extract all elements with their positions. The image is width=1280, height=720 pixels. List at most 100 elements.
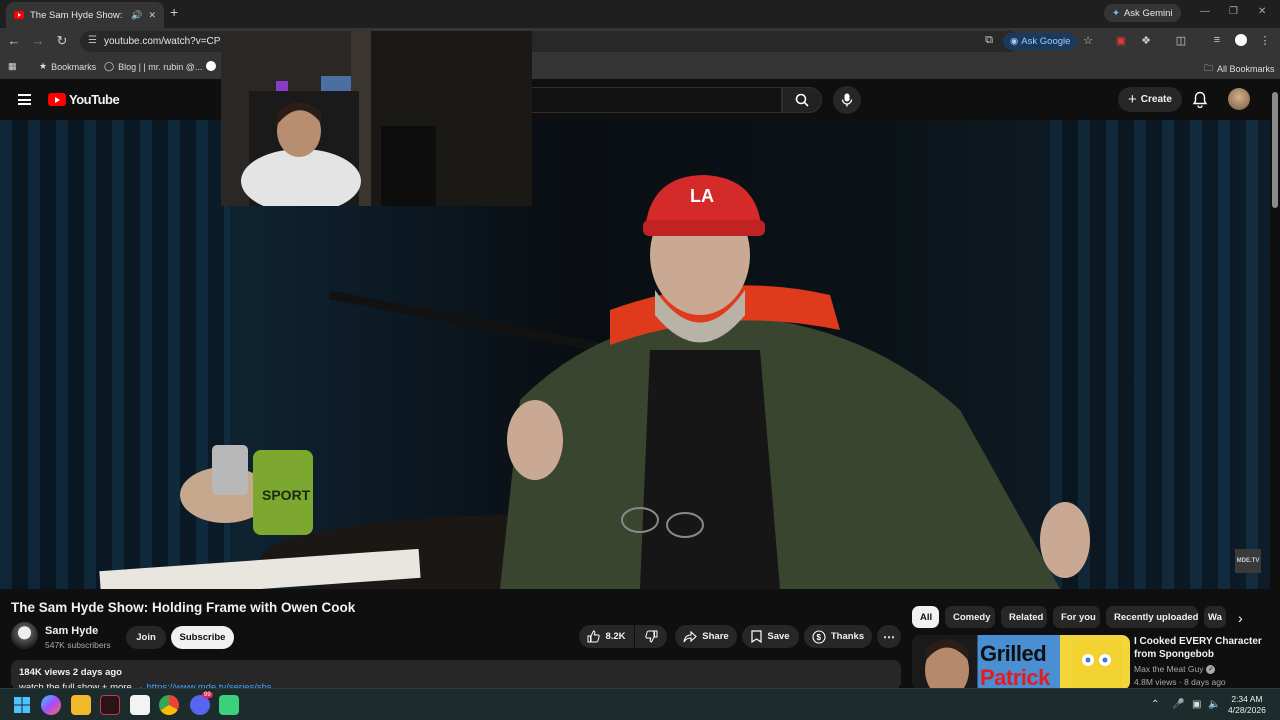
- join-label: Join: [136, 632, 156, 643]
- webcam-scene: [221, 31, 532, 206]
- bookmark-item[interactable]: ★ Bookmarks: [39, 61, 96, 72]
- new-tab-button[interactable]: +: [170, 4, 178, 20]
- verified-check-icon: ✓: [1206, 664, 1216, 674]
- reload-icon[interactable]: ↻: [54, 33, 70, 49]
- speaker-icon[interactable]: 🔊: [131, 10, 142, 21]
- share-arrow-icon: [683, 630, 698, 642]
- save-button[interactable]: Save: [742, 625, 799, 648]
- bookmark-save-icon: [751, 630, 763, 643]
- discord-notification-badge: 99: [202, 692, 213, 698]
- forward-icon[interactable]: →: [30, 33, 46, 48]
- restore-icon[interactable]: ❐: [1229, 6, 1238, 17]
- channel-name[interactable]: Sam Hyde: [45, 625, 98, 637]
- bookmark-label: Bookmarks: [51, 61, 97, 72]
- folder-icon: 🗀: [1204, 63, 1214, 73]
- svg-text:SPORT: SPORT: [262, 487, 311, 503]
- media-controls-icon[interactable]: ≡: [1210, 34, 1224, 46]
- create-button[interactable]: + Create: [1118, 87, 1182, 112]
- file-explorer-icon[interactable]: [71, 695, 91, 715]
- copilot-icon[interactable]: [41, 695, 61, 715]
- discord-icon[interactable]: 99: [190, 692, 213, 715]
- microsoft-store-icon[interactable]: [130, 695, 150, 715]
- star-icon: ★: [39, 61, 48, 71]
- recommendation-title[interactable]: I Cooked EVERY Character from Spongebob: [1134, 635, 1264, 661]
- description-box[interactable]: 184K views 2 days ago watch the full sho…: [11, 660, 901, 693]
- save-label: Save: [767, 631, 790, 642]
- bookmark-star-icon[interactable]: ☆: [1081, 34, 1095, 47]
- extension-red-icon[interactable]: ▣: [1114, 34, 1128, 47]
- chrome-menu-icon[interactable]: ⋮: [1258, 34, 1272, 47]
- chip-recently-uploaded[interactable]: Recently uploaded: [1106, 606, 1198, 628]
- search-input[interactable]: [532, 87, 782, 113]
- more-actions-button[interactable]: ⋯: [877, 625, 901, 648]
- plus-icon: +: [1128, 91, 1137, 108]
- chip-watched[interactable]: Wa: [1204, 606, 1226, 628]
- extensions-puzzle-icon[interactable]: ❖: [1139, 34, 1153, 47]
- youtube-logo[interactable]: YouTube: [48, 92, 120, 107]
- voice-search-button[interactable]: [833, 86, 861, 114]
- globe-icon: ◯: [104, 61, 115, 71]
- page-scrollbar[interactable]: [1270, 80, 1280, 688]
- browser-tab-active[interactable]: The Sam Hyde Show: Holdi 🔊 ✕: [6, 2, 164, 28]
- search-button[interactable]: [782, 87, 822, 113]
- thanks-heart-dollar-icon: $: [812, 629, 826, 644]
- chip-related[interactable]: Related: [1001, 606, 1047, 628]
- tray-network-icon[interactable]: ▣: [1192, 699, 1201, 710]
- ask-gemini-button[interactable]: ✦ Ask Gemini: [1104, 4, 1181, 22]
- lens-icon: ◉: [1010, 36, 1019, 47]
- install-app-icon[interactable]: ⧉: [982, 34, 996, 47]
- chip-all[interactable]: All: [912, 606, 939, 628]
- webcam-overlay: [221, 31, 532, 206]
- chrome-taskbar-icon[interactable]: [159, 695, 179, 715]
- all-bookmarks-button[interactable]: 🗀 All Bookmarks: [1204, 61, 1275, 77]
- youtube-header: YouTube + Create: [0, 80, 1280, 120]
- close-tab-icon[interactable]: ✕: [148, 10, 156, 21]
- recommendation-views: 4.8M views · 8 days ago: [1134, 677, 1226, 687]
- chip-for-you[interactable]: For you: [1053, 606, 1100, 628]
- minimize-icon[interactable]: —: [1200, 6, 1210, 17]
- site-info-icon[interactable]: ☰: [88, 35, 97, 46]
- recommendation-thumbnail[interactable]: Grilled Patrick: [912, 635, 1130, 690]
- vivaldi-app-icon[interactable]: [100, 695, 120, 715]
- scrollbar-thumb[interactable]: [1272, 92, 1278, 208]
- notifications-bell-icon[interactable]: [1192, 91, 1208, 108]
- bookmark-item[interactable]: ◯ Blog | | mr. rubin @...: [104, 61, 202, 72]
- thumbs-down-icon: [644, 630, 657, 643]
- back-icon[interactable]: ←: [6, 33, 22, 48]
- close-window-icon[interactable]: ✕: [1258, 6, 1266, 17]
- channel-watermark[interactable]: MDE.TV: [1235, 549, 1261, 573]
- tray-volume-icon[interactable]: 🔈: [1208, 699, 1220, 710]
- all-bookmarks-label: All Bookmarks: [1217, 64, 1275, 74]
- account-avatar[interactable]: [1228, 88, 1250, 110]
- google-icon[interactable]: [206, 61, 216, 71]
- join-button[interactable]: Join: [126, 626, 166, 649]
- thanks-label: Thanks: [830, 631, 865, 642]
- share-button[interactable]: Share: [675, 625, 737, 648]
- tray-overflow-chevron-icon[interactable]: ⌃: [1151, 699, 1159, 710]
- ask-google-button[interactable]: ◉ Ask Google: [1003, 33, 1078, 50]
- thanks-button[interactable]: $ Thanks: [804, 625, 872, 648]
- svg-text:LA: LA: [690, 186, 714, 206]
- obs-app-icon[interactable]: [219, 695, 239, 715]
- more-horizontal-icon: ⋯: [883, 629, 895, 644]
- tray-microphone-icon[interactable]: 🎤: [1172, 699, 1184, 710]
- url-text: youtube.com/watch?v=CPor: [104, 36, 230, 47]
- menu-icon[interactable]: [18, 94, 31, 105]
- apps-grid-icon[interactable]: ▦: [8, 61, 17, 72]
- system-clock[interactable]: 2:34 AM 4/28/2026: [1228, 694, 1266, 716]
- chips-next-chevron-icon[interactable]: ›: [1238, 610, 1243, 626]
- browser-toolbar: ← → ↻ ☰ youtube.com/watch?v=CPor ⧉ ◉ Ask…: [0, 28, 1280, 55]
- youtube-favicon-icon: [14, 11, 24, 19]
- youtube-logo-text: YouTube: [69, 92, 120, 107]
- subscribe-button[interactable]: Subscribe: [171, 626, 234, 649]
- chip-comedy[interactable]: Comedy: [945, 606, 995, 628]
- video-player[interactable]: LA SPORT MDE.TV: [0, 120, 1270, 589]
- dislike-button[interactable]: [635, 625, 667, 648]
- side-panel-icon[interactable]: ◫: [1174, 34, 1188, 47]
- channel-avatar[interactable]: [11, 622, 38, 649]
- like-button[interactable]: 8.2K: [579, 625, 634, 648]
- bookmark-label: Blog | | mr. rubin @...: [118, 61, 203, 72]
- profile-icon[interactable]: [1234, 34, 1248, 49]
- windows-start-icon[interactable]: [12, 695, 32, 715]
- recommendation-channel[interactable]: Max the Meat Guy ✓: [1134, 664, 1216, 674]
